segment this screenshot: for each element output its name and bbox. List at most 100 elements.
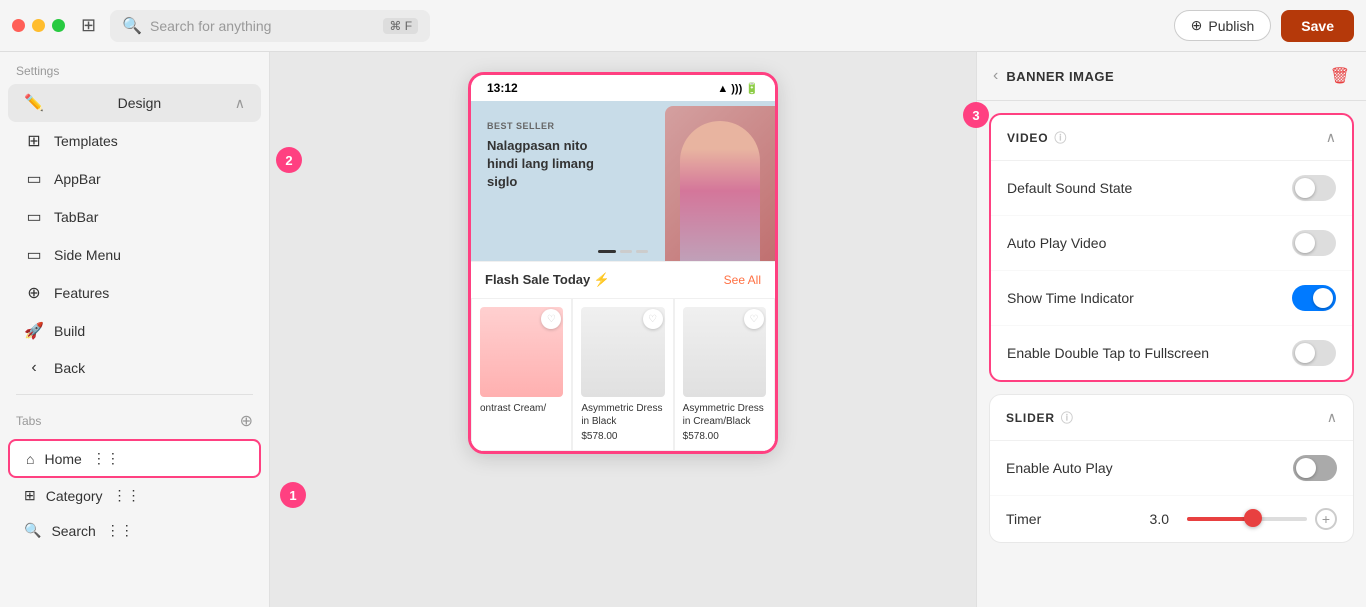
product-card-1[interactable]: ♡ ontrast Cream/ (471, 298, 572, 451)
drag-handle-category-icon: ⋮⋮ (113, 487, 141, 504)
toggle-knob-autoplay (1295, 233, 1315, 253)
sidebar-item-back[interactable]: ‹ Back (8, 350, 261, 386)
templates-label: Templates (54, 133, 118, 149)
sidebar-item-tabbar[interactable]: ▭ TabBar (8, 198, 261, 236)
video-info-icon: ⓘ (1054, 129, 1067, 146)
product-card-3[interactable]: ♡ Asymmetric Dress in Cream/Black $578.0… (674, 298, 775, 451)
banner-title: Nalagpasan nito hindi lang limang siglo (487, 137, 607, 192)
search-label: Search (51, 523, 95, 539)
timer-slider[interactable] (1187, 517, 1307, 521)
slider-collapse-button[interactable]: ∧ (1327, 409, 1337, 426)
slider-section: SLIDER ⓘ ∧ Enable Auto Play Timer 3.0 (989, 394, 1354, 543)
right-panel: 3 ‹ BANNER IMAGE 🗑 VIDEO ⓘ ∧ Default Sou… (976, 52, 1366, 607)
product-name-2: Asymmetric Dress in Black (581, 402, 664, 428)
toggle-knob-doubletap (1295, 343, 1315, 363)
sidemenu-label: Side Menu (54, 247, 121, 263)
publish-icon: ⊕ (1191, 17, 1203, 34)
dot-3 (636, 250, 648, 253)
drag-handle-search-icon: ⋮⋮ (106, 522, 134, 539)
search-placeholder: Search for anything (150, 18, 271, 34)
product-card-2[interactable]: ♡ Asymmetric Dress in Black $578.00 (572, 298, 673, 451)
auto-play-video-row: Auto Play Video (991, 216, 1352, 271)
appbar-label: AppBar (54, 171, 101, 187)
add-tab-button[interactable]: ⊕ (240, 411, 253, 431)
slider-thumb[interactable] (1244, 509, 1262, 527)
sidebar-item-build[interactable]: 🚀 Build (8, 312, 261, 350)
maximize-button[interactable] (52, 19, 65, 32)
banner-image-area[interactable]: BEST SELLER Nalagpasan nito hindi lang l… (471, 101, 775, 261)
see-all-link[interactable]: See All (724, 273, 761, 287)
toggle-knob-sound (1295, 178, 1315, 198)
sidebar: Settings ✏️ Design ∧ ⊞ Templates ▭ AppBa… (0, 52, 270, 607)
sidebar-item-sidemenu[interactable]: ▭ Side Menu (8, 236, 261, 274)
sidebar-divider (16, 394, 253, 395)
back-label: Back (54, 360, 85, 376)
show-time-indicator-label: Show Time Indicator (1007, 290, 1134, 306)
search-bar[interactable]: 🔍 Search for anything ⌘ F (110, 10, 430, 42)
product-name-3: Asymmetric Dress in Cream/Black (683, 402, 766, 428)
delete-button[interactable]: 🗑 (1330, 66, 1350, 86)
tabbar-label: TabBar (54, 209, 98, 225)
timer-value: 3.0 (1150, 511, 1169, 527)
search-tab-icon: 🔍 (24, 522, 41, 539)
build-label: Build (54, 323, 85, 339)
tabs-label: Tabs (16, 414, 41, 428)
home-icon: ⌂ (26, 451, 34, 467)
slider-section-header: SLIDER ⓘ ∧ (990, 395, 1353, 441)
publish-button[interactable]: ⊕ Publish (1174, 10, 1272, 41)
header-actions: ⊕ Publish Save (1174, 10, 1354, 42)
dot-1 (598, 250, 616, 253)
step-badge-2: 2 (276, 147, 302, 173)
enable-auto-play-toggle[interactable] (1293, 455, 1337, 481)
chevron-up-icon: ∧ (235, 95, 245, 112)
tab-item-category[interactable]: ⊞ Category ⋮⋮ (8, 478, 261, 513)
settings-label: Settings (0, 52, 269, 84)
auto-play-video-toggle[interactable] (1292, 230, 1336, 256)
product-price-2: $578.00 (581, 431, 664, 442)
video-collapse-button[interactable]: ∧ (1326, 129, 1336, 146)
slider-section-title: SLIDER ⓘ (1006, 409, 1074, 426)
double-tap-toggle[interactable] (1292, 340, 1336, 366)
panel-back-button[interactable]: ‹ (993, 67, 998, 85)
search-icon: 🔍 (122, 16, 142, 36)
default-sound-toggle[interactable] (1292, 175, 1336, 201)
sidebar-item-appbar[interactable]: ▭ AppBar (8, 160, 261, 198)
show-time-indicator-toggle[interactable] (1292, 285, 1336, 311)
slider-info-icon: ⓘ (1061, 409, 1074, 426)
build-icon: 🚀 (24, 321, 44, 341)
home-label: Home (44, 451, 81, 467)
back-chevron-icon: ‹ (24, 359, 44, 377)
tabs-header: Tabs ⊕ (0, 403, 269, 439)
model-figure (680, 121, 760, 261)
sidemenu-icon: ▭ (24, 245, 44, 265)
enable-auto-play-label: Enable Auto Play (1006, 460, 1113, 476)
step-badge-1: 1 (280, 482, 306, 508)
close-button[interactable] (12, 19, 25, 32)
video-section-header: VIDEO ⓘ ∧ (991, 115, 1352, 161)
wishlist-icon-3[interactable]: ♡ (744, 309, 764, 329)
phone-status-bar: 13:12 ▲ ))) 🔋 (471, 75, 775, 101)
timer-increment-button[interactable]: + (1315, 508, 1337, 530)
timer-control: 3.0 + (1041, 508, 1337, 530)
traffic-lights (12, 19, 65, 32)
double-tap-label: Enable Double Tap to Fullscreen (1007, 345, 1209, 361)
title-bar: ⊞ 🔍 Search for anything ⌘ F ⊕ Publish Sa… (0, 0, 1366, 52)
toggle-knob-autoplay-slider (1296, 458, 1316, 478)
grid-icon[interactable]: ⊞ (81, 15, 96, 36)
category-label: Category (46, 488, 103, 504)
search-shortcut: ⌘ F (383, 18, 418, 34)
sidebar-item-features[interactable]: ⊕ Features (8, 274, 261, 312)
wishlist-icon-2[interactable]: ♡ (643, 309, 663, 329)
sidebar-item-design[interactable]: ✏️ Design ∧ (8, 84, 261, 122)
tab-item-home[interactable]: ⌂ Home ⋮⋮ (8, 439, 261, 478)
minimize-button[interactable] (32, 19, 45, 32)
tab-item-search[interactable]: 🔍 Search ⋮⋮ (8, 513, 261, 548)
features-icon: ⊕ (24, 283, 44, 303)
product-name-1: ontrast Cream/ (480, 402, 563, 415)
products-grid: ♡ ontrast Cream/ ♡ Asymmetric Dress in B… (471, 298, 775, 451)
banner-bestseller: BEST SELLER (487, 121, 607, 131)
auto-play-video-label: Auto Play Video (1007, 235, 1106, 251)
sidebar-item-templates[interactable]: ⊞ Templates (8, 122, 261, 160)
save-button[interactable]: Save (1281, 10, 1354, 42)
phone-mockup: 13:12 ▲ ))) 🔋 BEST SELLER Nalagpasan nit… (468, 72, 778, 454)
